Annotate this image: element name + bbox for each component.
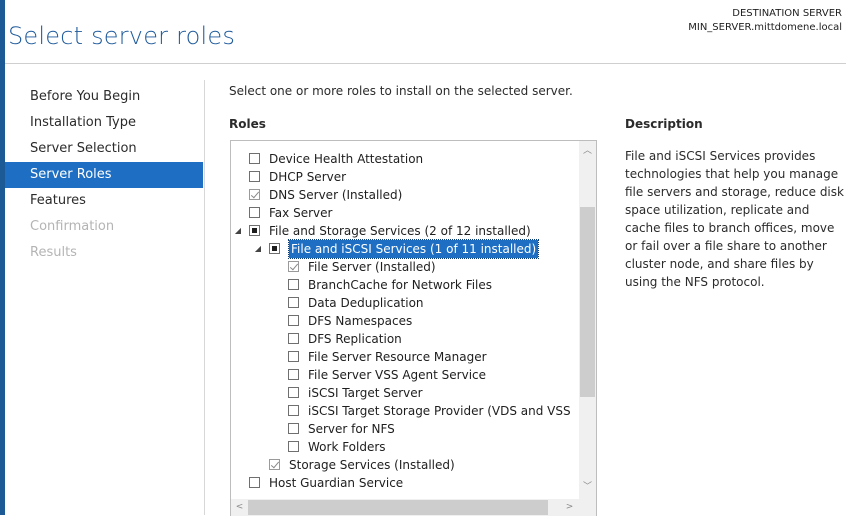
role-checkbox[interactable] xyxy=(288,261,299,272)
vertical-scroll-thumb[interactable] xyxy=(580,207,595,397)
expanded-arrow-icon[interactable]: ◢ xyxy=(253,240,263,258)
roles-list: Device Health Attestation DHCP Server DNS … xyxy=(231,150,579,492)
description-text: File and iSCSI Services provides technol… xyxy=(625,149,844,289)
role-label[interactable]: DNS Server (Installed) xyxy=(269,186,402,204)
role-label[interactable]: Storage Services (Installed) xyxy=(289,456,455,474)
page-title: Select server roles xyxy=(8,22,236,50)
role-item[interactable]: File Server VSS Agent Service xyxy=(231,366,579,384)
nav-item-results: Results xyxy=(30,245,77,260)
role-item[interactable]: File Server Resource Manager xyxy=(231,348,579,366)
role-item[interactable]: DNS Server (Installed) xyxy=(231,186,579,204)
role-checkbox[interactable] xyxy=(288,387,299,398)
role-label[interactable]: DHCP Server xyxy=(269,168,346,186)
wizard-nav: Before You Begin Installation Type Server … xyxy=(5,84,203,266)
role-checkbox[interactable] xyxy=(288,369,299,380)
role-checkbox[interactable] xyxy=(288,333,299,344)
role-checkbox[interactable] xyxy=(269,243,280,254)
destination-server-label: DESTINATION SERVER xyxy=(732,8,842,19)
role-item[interactable]: DFS Replication xyxy=(231,330,579,348)
role-item[interactable]: ◢ File and iSCSI Services (1 of 11 instal… xyxy=(231,239,579,259)
scroll-up-icon[interactable]: ︿ xyxy=(579,143,596,160)
role-label[interactable]: Data Deduplication xyxy=(308,294,424,312)
role-label[interactable]: DFS Namespaces xyxy=(308,312,412,330)
role-item[interactable]: Host Guardian Service xyxy=(231,474,579,492)
role-label[interactable]: File and Storage Services (2 of 12 insta… xyxy=(269,222,531,240)
role-item[interactable]: Server for NFS xyxy=(231,420,579,438)
nav-item-server-roles[interactable]: Server Roles xyxy=(5,162,203,188)
role-checkbox[interactable] xyxy=(288,315,299,326)
role-item[interactable]: Work Folders xyxy=(231,438,579,456)
role-checkbox[interactable] xyxy=(288,297,299,308)
nav-item-installation-type[interactable]: Installation Type xyxy=(5,110,203,136)
role-checkbox[interactable] xyxy=(288,441,299,452)
instruction-text: Select one or more roles to install on t… xyxy=(229,84,573,98)
description-heading: Description xyxy=(625,117,703,131)
role-item[interactable]: BranchCache for Network Files xyxy=(231,276,579,294)
vertical-scrollbar[interactable]: ︿ ﹀ xyxy=(579,141,596,516)
role-checkbox[interactable] xyxy=(288,423,299,434)
role-checkbox[interactable] xyxy=(288,405,299,416)
role-checkbox[interactable] xyxy=(249,189,260,200)
scroll-left-icon[interactable]: < xyxy=(231,499,248,516)
role-checkbox[interactable] xyxy=(269,459,280,470)
expanded-arrow-icon[interactable]: ◢ xyxy=(233,222,243,240)
nav-item-features[interactable]: Features xyxy=(5,188,203,214)
role-label[interactable]: File Server VSS Agent Service xyxy=(308,366,486,384)
role-label[interactable]: Fax Server xyxy=(269,204,332,222)
role-item[interactable]: Storage Services (Installed) xyxy=(231,456,579,474)
role-checkbox[interactable] xyxy=(249,477,260,488)
horizontal-scroll-thumb[interactable] xyxy=(248,500,548,515)
role-checkbox[interactable] xyxy=(249,225,260,236)
role-item[interactable]: Data Deduplication xyxy=(231,294,579,312)
role-label[interactable]: iSCSI Target Server xyxy=(308,384,423,402)
nav-divider xyxy=(204,80,205,515)
nav-item-confirmation: Confirmation xyxy=(30,219,115,234)
role-item[interactable]: iSCSI Target Server xyxy=(231,384,579,402)
role-item[interactable]: DHCP Server xyxy=(231,168,579,186)
role-checkbox[interactable] xyxy=(288,279,299,290)
role-label[interactable]: iSCSI Target Storage Provider (VDS and V… xyxy=(308,402,571,420)
title-separator xyxy=(5,63,846,64)
role-label[interactable]: File and iSCSI Services (1 of 11 install… xyxy=(287,239,540,259)
role-checkbox[interactable] xyxy=(249,153,260,164)
role-label[interactable]: File Server (Installed) xyxy=(308,258,436,276)
role-label[interactable]: Device Health Attestation xyxy=(269,150,423,168)
role-checkbox[interactable] xyxy=(249,207,260,218)
roles-heading: Roles xyxy=(229,117,266,131)
role-item[interactable]: ◢ File and Storage Services (2 of 12 inst… xyxy=(231,222,579,240)
role-label[interactable]: Server for NFS xyxy=(308,420,395,438)
role-item[interactable]: File Server (Installed) xyxy=(231,258,579,276)
role-label[interactable]: File Server Resource Manager xyxy=(308,348,487,366)
destination-server-name: MIN_SERVER.mittdomene.local xyxy=(688,22,842,33)
role-checkbox[interactable] xyxy=(249,171,260,182)
role-label[interactable]: BranchCache for Network Files xyxy=(308,276,492,294)
role-item[interactable]: Fax Server xyxy=(231,204,579,222)
role-label[interactable]: Work Folders xyxy=(308,438,386,456)
role-item[interactable]: DFS Namespaces xyxy=(231,312,579,330)
role-label[interactable]: Host Guardian Service xyxy=(269,474,403,492)
nav-item-before-you-begin[interactable]: Before You Begin xyxy=(5,84,203,110)
nav-item-server-selection[interactable]: Server Selection xyxy=(5,136,203,162)
role-item[interactable]: iSCSI Target Storage Provider (VDS and V… xyxy=(231,402,579,420)
scroll-down-icon[interactable]: ﹀ xyxy=(579,479,596,496)
role-item[interactable]: Device Health Attestation xyxy=(231,150,579,168)
scroll-right-icon[interactable]: > xyxy=(561,499,578,516)
role-checkbox[interactable] xyxy=(288,351,299,362)
horizontal-scrollbar[interactable]: < > xyxy=(231,499,579,516)
destination-server-info: DESTINATION SERVER MIN_SERVER.mittdomene… xyxy=(688,7,842,35)
roles-tree[interactable]: Device Health Attestation DHCP Server DNS … xyxy=(230,140,597,516)
role-label[interactable]: DFS Replication xyxy=(308,330,402,348)
